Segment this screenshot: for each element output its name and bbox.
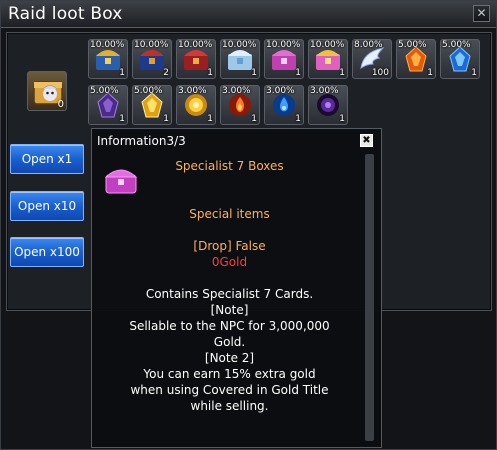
note-2-text: You can earn 15% extra gold	[143, 367, 316, 381]
item-slot[interactable]: 5.00% 1	[88, 85, 128, 125]
drop-chance: 5.00%	[90, 86, 119, 96]
drop-status: [Drop] False	[193, 239, 266, 253]
item-slot[interactable]: 5.00% 1	[396, 39, 436, 79]
drop-chance: 5.00%	[134, 86, 163, 96]
item-qty: 1	[427, 68, 433, 78]
item-slot[interactable]: 10.00% 1	[176, 39, 216, 79]
drop-chance: 3.00%	[222, 86, 251, 96]
drop-chance: 10.00%	[90, 40, 125, 50]
drop-chance: 3.00%	[266, 86, 295, 96]
item-slot[interactable]: 10.00% 2	[132, 39, 172, 79]
item-slot[interactable]: 3.00% 1	[308, 85, 348, 125]
item-qty: 1	[471, 68, 477, 78]
close-icon: ✖	[362, 135, 371, 146]
tooltip-title: Information3/3	[97, 134, 186, 148]
item-qty: 1	[295, 68, 301, 78]
drop-chance: 10.00%	[310, 40, 345, 50]
open-x100-button[interactable]: Open x100	[10, 237, 84, 267]
item-qty: 1	[339, 68, 345, 78]
drop-chance: 10.00%	[134, 40, 169, 50]
item-slot[interactable]: 5.00% 1	[440, 39, 480, 79]
item-qty: 1	[251, 68, 257, 78]
item-qty: 100	[371, 68, 389, 78]
note-2-heading: [Note 2]	[204, 351, 255, 365]
item-qty: 1	[119, 114, 125, 124]
item-slot[interactable]: 3.00% 1	[220, 85, 260, 125]
window-title: Raid loot Box	[8, 4, 123, 24]
drop-chance: 5.00%	[442, 40, 471, 50]
item-qty: 1	[207, 114, 213, 124]
open-x1-button[interactable]: Open x1	[10, 144, 84, 174]
tooltip-close-button[interactable]: ✖	[360, 134, 373, 147]
item-slot[interactable]: 10.00% 1	[220, 39, 260, 79]
drop-chance: 10.00%	[266, 40, 301, 50]
open-x10-button[interactable]: Open x10	[10, 191, 84, 221]
note-text: Sellable to the NPC for 3,000,000	[129, 319, 330, 333]
note-text: Gold.	[213, 335, 246, 349]
drop-chance: 5.00%	[398, 40, 427, 50]
item-slot[interactable]: 8.00% 100	[352, 39, 392, 79]
item-qty: 1	[295, 114, 301, 124]
item-qty: 2	[163, 68, 169, 78]
item-price: 0Gold	[211, 255, 248, 269]
item-category: Special items	[189, 207, 270, 221]
item-qty: 1	[163, 114, 169, 124]
item-slot[interactable]: 10.00% 1	[88, 39, 128, 79]
note-heading: [Note]	[210, 303, 249, 317]
raid-box-icon[interactable]: 0	[27, 71, 67, 111]
note-2-text: when using Covered in Gold Title	[130, 383, 329, 397]
item-qty: 1	[119, 68, 125, 78]
drop-chance: 10.00%	[222, 40, 257, 50]
item-slot[interactable]: 5.00% 1	[132, 85, 172, 125]
close-icon: ✕	[476, 6, 487, 20]
box-count: 0	[57, 99, 64, 110]
drop-chance: 3.00%	[310, 86, 339, 96]
item-description: Contains Specialist 7 Cards.	[145, 287, 314, 301]
item-info-tooltip: Information3/3 ✖ Specialist 7 Boxes Spec…	[91, 128, 382, 448]
drop-chance: 3.00%	[178, 86, 207, 96]
close-button[interactable]: ✕	[473, 5, 490, 22]
item-qty: 1	[251, 114, 257, 124]
title-bar[interactable]: Raid loot Box ✕	[1, 1, 496, 28]
item-qty: 1	[339, 114, 345, 124]
drop-chance: 8.00%	[354, 40, 383, 50]
item-slot[interactable]: 10.00% 1	[264, 39, 304, 79]
item-qty: 1	[207, 68, 213, 78]
note-2-text: while selling.	[190, 399, 269, 413]
raid-loot-box-window: Raid loot Box ✕ 0 Open x1 Open x10 Open …	[0, 0, 497, 450]
drop-chance: 10.00%	[178, 40, 213, 50]
item-slot[interactable]: 10.00% 1	[308, 39, 348, 79]
item-name: Specialist 7 Boxes	[175, 159, 284, 173]
item-slot[interactable]: 3.00% 1	[264, 85, 304, 125]
item-slot[interactable]: 3.00% 1	[176, 85, 216, 125]
